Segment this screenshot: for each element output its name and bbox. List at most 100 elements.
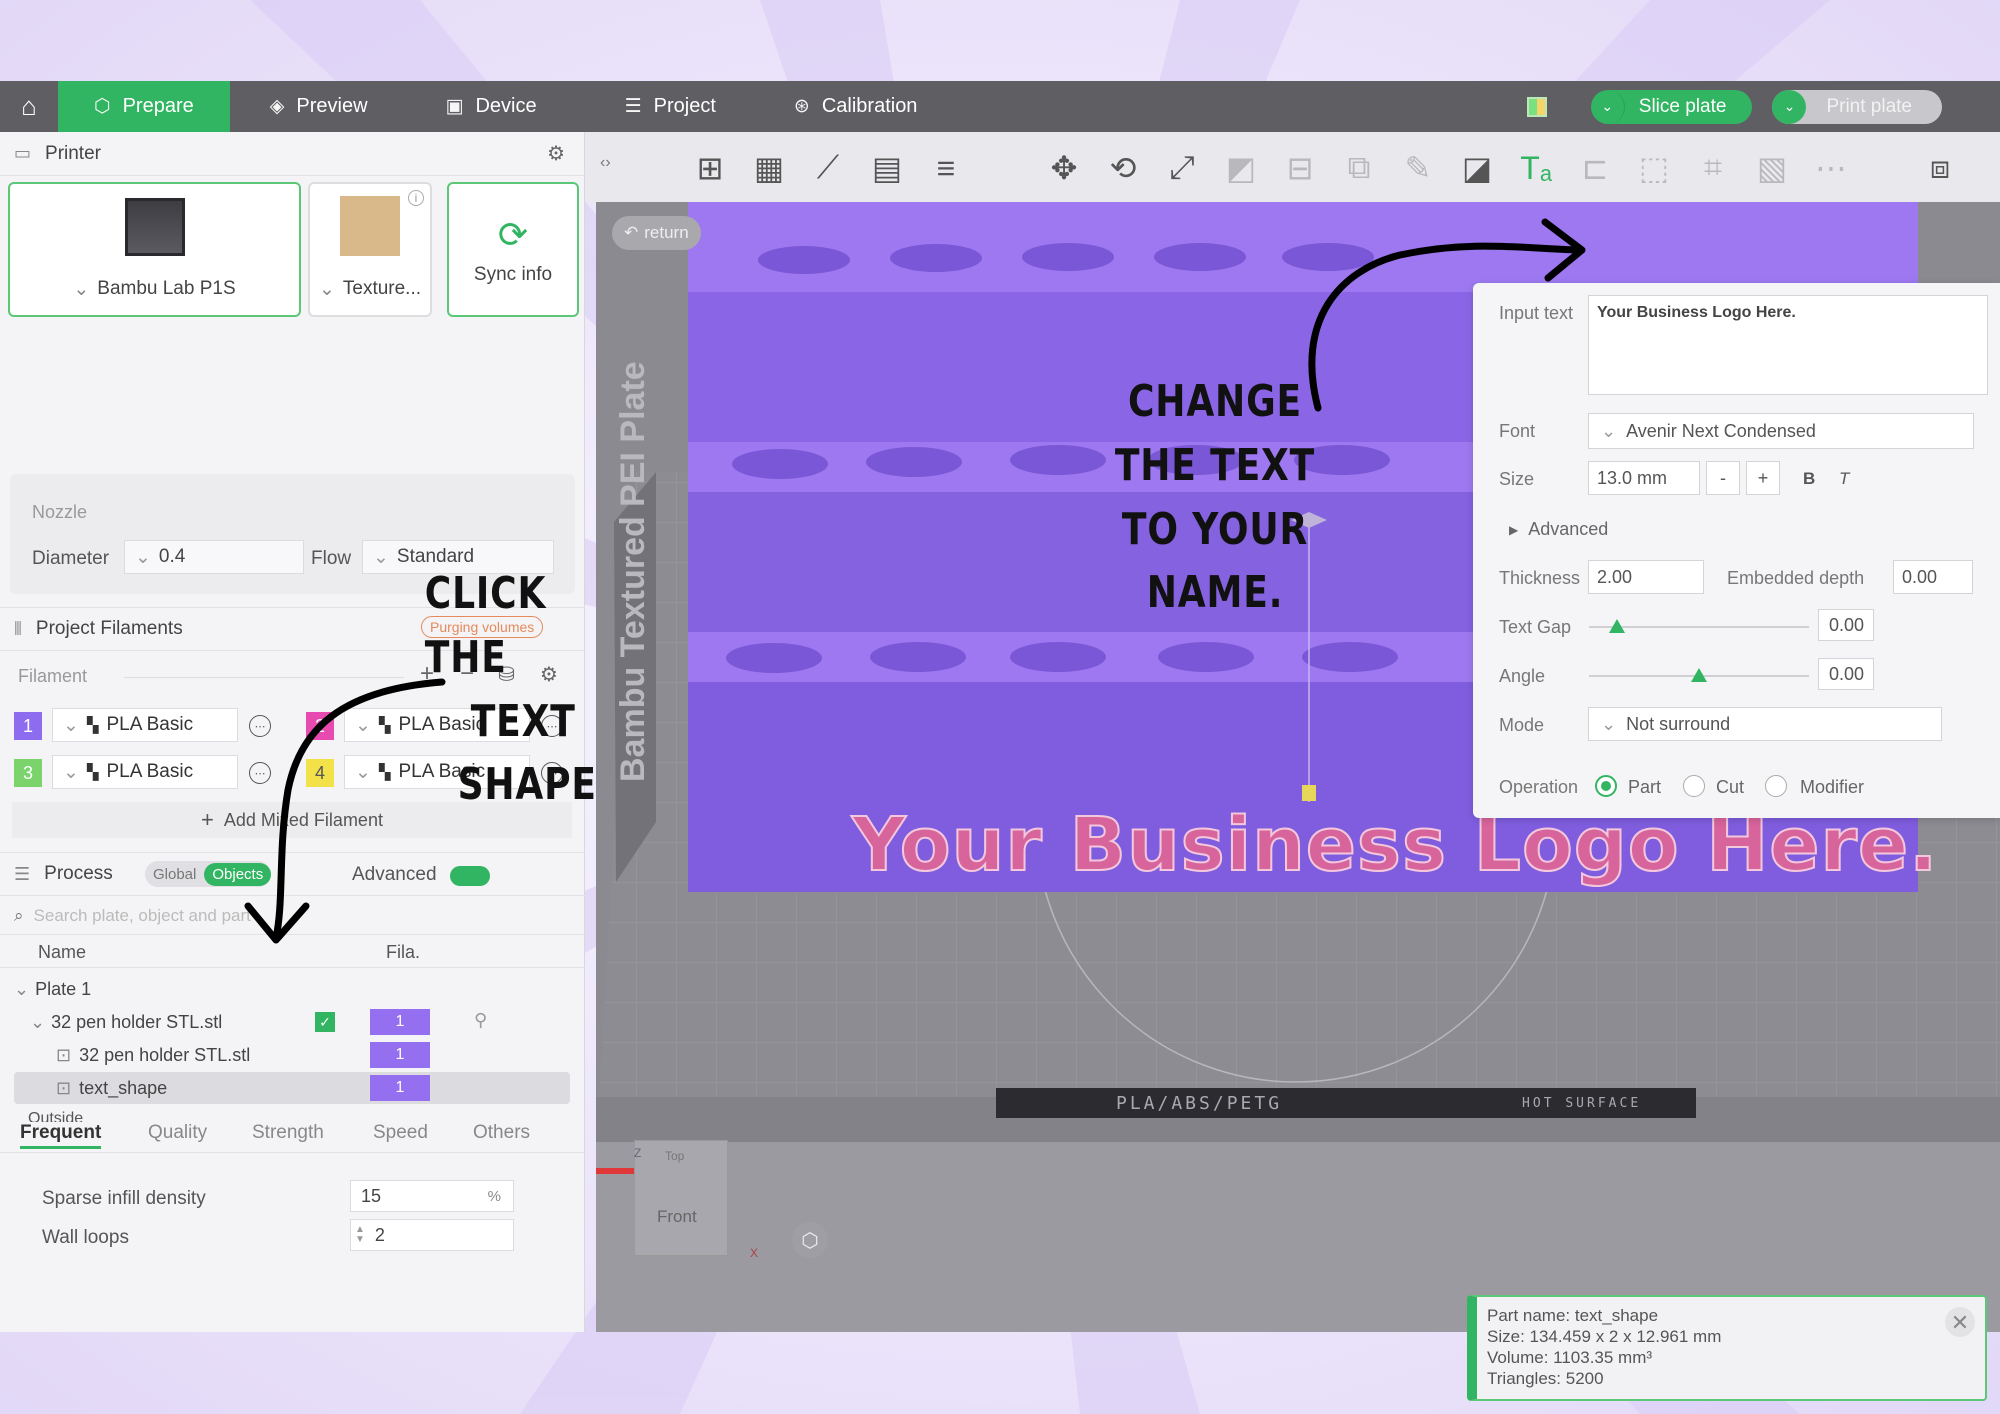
filament-2-swatch[interactable]: 2 xyxy=(306,712,334,740)
target-icon: ⊛ xyxy=(793,96,810,117)
sync-info-button[interactable]: ⟳ Sync info xyxy=(447,182,579,317)
gear-icon[interactable]: ⚙ xyxy=(547,141,565,166)
diameter-select[interactable]: ⌄ 0.4 xyxy=(124,540,304,574)
checkbox-icon[interactable]: ✓ xyxy=(315,1012,335,1032)
tab-preview[interactable]: ◈ Preview xyxy=(230,81,390,132)
slice-plate-button[interactable]: ⌄ Slice plate xyxy=(1590,89,1753,124)
paint-icon[interactable]: ⚲ xyxy=(474,1010,487,1031)
fila-tag[interactable]: 1 xyxy=(370,1042,430,1068)
text-gap-input[interactable]: 0.00 xyxy=(1818,609,1874,641)
fila-tag[interactable]: 1 xyxy=(370,1009,430,1035)
fila-tag[interactable]: 1 xyxy=(370,1075,430,1101)
plate-name: Texture... xyxy=(342,278,422,299)
toggle-objects[interactable]: Objects xyxy=(204,862,272,886)
layers-icon[interactable]: ≡ xyxy=(922,144,970,192)
toggle-global[interactable]: Global xyxy=(145,863,204,886)
filament-1-select[interactable]: ⌄ ▚ PLA Basic xyxy=(52,708,238,742)
close-icon[interactable]: ✕ xyxy=(1945,1307,1975,1337)
cut-icon[interactable]: ⊟ xyxy=(1276,144,1324,192)
italic-button[interactable]: T xyxy=(1839,469,1849,489)
rotate-icon[interactable]: ⟲ xyxy=(1099,144,1147,192)
print-plate-button[interactable]: ⌄ Print plate xyxy=(1772,89,1942,124)
font-select[interactable]: ⌄ Avenir Next Condensed xyxy=(1588,413,1974,449)
tree-row-part[interactable]: ⊡ 32 pen holder STL.stl xyxy=(14,1039,570,1071)
split-view-icon[interactable]: ⧈ xyxy=(1916,144,1964,192)
angle-input[interactable]: 0.00 xyxy=(1818,658,1874,690)
operation-modifier-radio[interactable] xyxy=(1765,775,1787,797)
tab-speed[interactable]: Speed xyxy=(373,1122,428,1144)
support-paint-icon[interactable]: ✎ xyxy=(1394,144,1442,192)
measure-icon[interactable]: ⊏ xyxy=(1571,144,1619,192)
operation-cut-radio[interactable] xyxy=(1683,775,1705,797)
printer-select-card[interactable]: ⌄ Bambu Lab P1S xyxy=(8,182,301,317)
filament-3-name: PLA Basic xyxy=(106,761,194,782)
layout-icon[interactable] xyxy=(1526,96,1547,117)
chevron-down-icon[interactable]: ⌄ xyxy=(1772,89,1807,124)
filament-3-select[interactable]: ⌄ ▚ PLA Basic xyxy=(52,755,238,789)
mode-label: Mode xyxy=(1499,715,1545,735)
advanced-expander[interactable]: ▶ Advanced xyxy=(1509,519,1608,540)
move-icon[interactable]: ✥ xyxy=(1040,144,1088,192)
assembly-icon[interactable]: ⬚ xyxy=(1630,144,1678,192)
text-gap-label: Text Gap xyxy=(1499,617,1572,637)
search-bar[interactable]: ⌕ Search plate, object and part xyxy=(8,900,578,932)
filament-3-swatch[interactable]: 3 xyxy=(14,759,42,787)
add-plate-icon[interactable]: ▦ xyxy=(745,144,793,192)
tab-preview-label: Preview xyxy=(296,95,368,117)
angle-slider-thumb[interactable] xyxy=(1691,668,1707,682)
chevron-down-icon[interactable]: ⌄ xyxy=(1591,89,1625,124)
scale-icon[interactable]: ⤢ xyxy=(1158,144,1206,192)
lay-on-face-icon[interactable]: ◩ xyxy=(1217,144,1265,192)
tree-row-text-shape[interactable]: ⊡ text_shape xyxy=(14,1072,570,1104)
tree-row-plate[interactable]: ⌄ Plate 1 xyxy=(14,973,570,1005)
operation-part-radio[interactable] xyxy=(1595,775,1617,797)
tab-prepare[interactable]: ⬡ Prepare xyxy=(58,81,230,132)
size-decrease-button[interactable]: - xyxy=(1706,461,1740,495)
embedded-depth-input[interactable]: 0.00 xyxy=(1893,560,1973,594)
add-object-icon[interactable]: ⊞ xyxy=(686,144,734,192)
view-cube[interactable]: Top Front xyxy=(634,1140,728,1256)
auto-orient-icon[interactable]: ⟋ xyxy=(804,144,852,192)
mesh-icon[interactable]: ▧ xyxy=(1748,144,1796,192)
reset-view-icon[interactable]: ⬡ xyxy=(792,1222,828,1258)
stepper-arrows-icon[interactable]: ▲ ▼ xyxy=(355,1225,365,1245)
size-increase-button[interactable]: + xyxy=(1746,461,1780,495)
color-paint-icon[interactable]: ◪ xyxy=(1453,144,1501,192)
boolean-icon[interactable]: ⧉ xyxy=(1335,144,1383,192)
sparse-infill-input[interactable]: 15 % xyxy=(350,1180,514,1212)
info-icon[interactable]: i xyxy=(408,190,424,206)
text-gap-slider-thumb[interactable] xyxy=(1609,619,1625,633)
variable-layer-icon[interactable]: ⌗ xyxy=(1689,144,1737,192)
tab-project[interactable]: ☰ Project xyxy=(559,81,738,132)
tab-device[interactable]: ▣ Device xyxy=(390,81,559,132)
text-icon[interactable]: Tₐ xyxy=(1512,144,1560,192)
tab-calibration[interactable]: ⊛ Calibration xyxy=(738,81,940,132)
return-button[interactable]: ↶ return xyxy=(612,216,701,250)
tab-quality[interactable]: Quality xyxy=(148,1122,207,1144)
tab-frequent[interactable]: Frequent xyxy=(20,1122,102,1149)
advanced-panel-label: Advanced xyxy=(1528,519,1609,539)
bold-button[interactable]: B xyxy=(1803,469,1815,489)
thickness-input[interactable]: 2.00 xyxy=(1588,560,1704,594)
wall-loops-stepper[interactable]: ▲ ▼ 2 xyxy=(350,1219,514,1251)
filament-1-swatch[interactable]: 1 xyxy=(14,712,42,740)
tree-row-outside[interactable]: Outside xyxy=(14,1108,134,1122)
global-objects-toggle[interactable]: Global Objects xyxy=(145,861,272,887)
slicer-app-window: ⌂ ⬡ Prepare ◈ Preview ▣ Device ☰ Project… xyxy=(0,81,2000,1401)
tab-others[interactable]: Others xyxy=(473,1122,530,1144)
input-text-field[interactable]: Your Business Logo Here. xyxy=(1588,295,1988,395)
size-input[interactable]: 13.0 mm xyxy=(1588,461,1700,495)
advanced-switch[interactable] xyxy=(450,866,490,886)
collapse-panel-icon[interactable]: ‹› xyxy=(600,154,611,172)
axis-z-label: Z xyxy=(634,1146,642,1160)
plate-select-card[interactable]: i ⌄ Texture... xyxy=(308,182,432,317)
home-icon[interactable]: ⌂ xyxy=(0,81,58,132)
filament-4-swatch[interactable]: 4 xyxy=(306,759,334,787)
tab-strength[interactable]: Strength xyxy=(252,1122,324,1144)
chevron-down-icon: ⌄ xyxy=(63,714,79,736)
more-icon[interactable]: ⋯ xyxy=(249,762,271,784)
more-icon[interactable]: ⋯ xyxy=(249,715,271,737)
more-icon[interactable]: ⋯ xyxy=(1807,144,1855,192)
mode-select[interactable]: ⌄ Not surround xyxy=(1588,707,1942,741)
arrange-icon[interactable]: ▤ xyxy=(863,144,911,192)
